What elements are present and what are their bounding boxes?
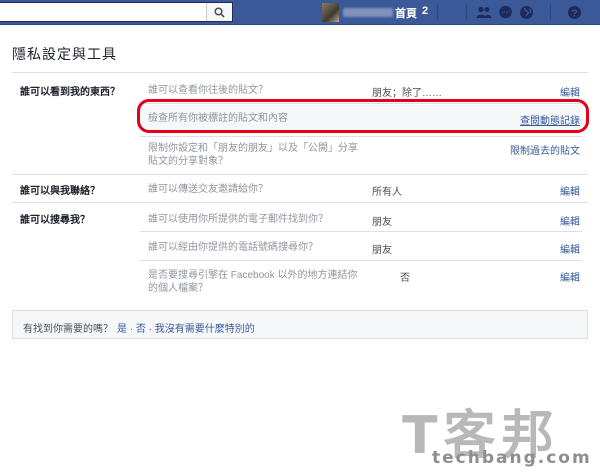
setting-question: 誰可以使用你所提供的電子郵件找到你？ xyxy=(148,214,328,225)
section-label-who-can-contact: 誰可以與我聯絡？ xyxy=(20,186,100,197)
friend-requests-icon[interactable] xyxy=(475,4,492,21)
question-line: 是否要搜尋引擎在 Facebook 以外的地方連結你 xyxy=(148,270,358,281)
limit-past-posts-link[interactable]: 限制過去的貼文 xyxy=(510,142,580,157)
title-divider xyxy=(12,72,588,73)
setting-value: 朋友 xyxy=(372,245,392,256)
section-divider xyxy=(12,174,588,175)
setting-value: 否 xyxy=(400,273,410,284)
edit-link[interactable]: 編輯 xyxy=(560,241,580,256)
avatar[interactable] xyxy=(322,3,339,22)
profile-name-blurred[interactable] xyxy=(343,8,393,17)
edit-link[interactable]: 編輯 xyxy=(560,213,580,228)
feedback-links[interactable]: 是 · 否 · 我沒有需要什麼特別的 xyxy=(117,320,255,335)
page-title: 隱私設定與工具 xyxy=(12,46,117,62)
red-highlight-annotation xyxy=(137,99,589,133)
setting-question: 限制你設定和「朋友的朋友」以及「公開」分享 貼文的分享對象？ xyxy=(148,142,358,168)
edit-link[interactable]: 編輯 xyxy=(560,269,580,284)
search-button[interactable] xyxy=(206,3,232,21)
divider xyxy=(550,4,551,20)
divider xyxy=(466,4,467,20)
feedback-box: 有找到你需要的嗎？ 是 · 否 · 我沒有需要什麼特別的 xyxy=(12,310,588,339)
setting-value: 朋友；除了…… xyxy=(372,88,442,99)
setting-question: 誰可以查看你往後的貼文？ xyxy=(148,85,268,96)
question-line: 的個人檔案？ xyxy=(148,283,208,294)
setting-question: 誰可以經由你提供的電話號碼搜尋你？ xyxy=(148,242,318,253)
setting-question: 是否要搜尋引擎在 Facebook 以外的地方連結你 的個人檔案？ xyxy=(148,269,357,295)
search-input[interactable] xyxy=(0,2,233,22)
home-count-badge: 2 xyxy=(422,5,429,17)
edit-link[interactable]: 編輯 xyxy=(560,183,580,198)
globe-notifications-icon[interactable] xyxy=(518,4,535,21)
divider xyxy=(437,4,438,20)
setting-value: 朋友 xyxy=(372,217,392,228)
watermark-site: techbang.com xyxy=(432,448,592,468)
top-navigation-bar: 首頁 2 ? xyxy=(0,0,600,25)
section-label-who-can-see: 誰可以看到我的東西？ xyxy=(20,87,120,98)
help-icon[interactable]: ? xyxy=(566,4,583,21)
setting-question: 誰可以傳送交友邀請給你？ xyxy=(148,184,268,195)
edit-link[interactable]: 編輯 xyxy=(560,84,580,99)
section-divider xyxy=(12,202,588,203)
feedback-question: 有找到你需要的嗎？ xyxy=(23,324,113,335)
messages-icon[interactable] xyxy=(497,4,514,21)
row-divider xyxy=(140,136,582,137)
setting-value: 所有人 xyxy=(372,187,402,198)
svg-text:?: ? xyxy=(571,8,577,19)
row-divider xyxy=(140,260,582,261)
section-label-who-can-lookup: 誰可以搜尋我？ xyxy=(20,215,90,226)
question-line: 貼文的分享對象？ xyxy=(148,156,228,167)
home-link[interactable]: 首頁 xyxy=(395,5,417,21)
row-divider xyxy=(140,231,582,232)
search-icon xyxy=(214,6,225,18)
question-line: 限制你設定和「朋友的朋友」以及「公開」分享 xyxy=(148,143,358,154)
